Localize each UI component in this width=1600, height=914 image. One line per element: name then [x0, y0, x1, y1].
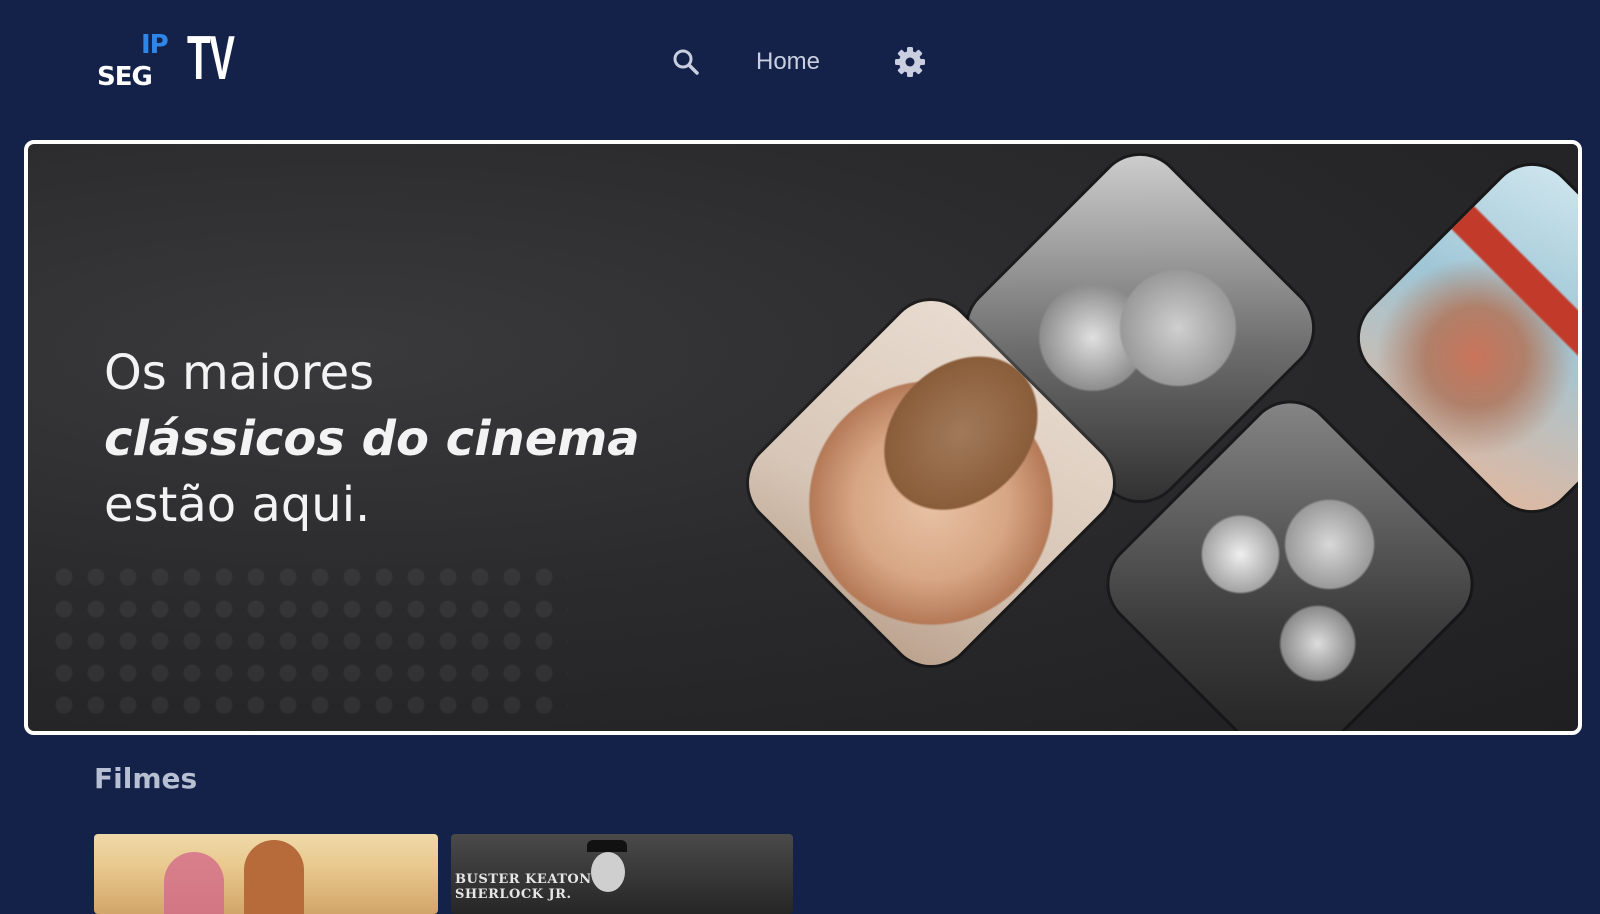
search-button[interactable]: [666, 42, 706, 82]
giant-illustration-image: [1342, 148, 1578, 528]
app-logo: IP SEG TV: [97, 28, 242, 94]
movie-card[interactable]: [94, 834, 438, 914]
poster-caption: BUSTER KEATON SHERLOCK JR.: [455, 872, 592, 902]
hero-headline: Os maiores clássicos do cinema estão aqu…: [104, 340, 704, 538]
poster-hat: [587, 840, 627, 852]
search-icon: [673, 49, 699, 75]
logo-seg-text: SEG: [97, 62, 153, 92]
poster-caption-line-1: BUSTER KEATON: [455, 872, 592, 887]
poster-face: [591, 852, 625, 892]
hero-line-3: estão aqui.: [104, 477, 371, 533]
section-title-filmes: Filmes: [94, 762, 198, 795]
hero-line-2: clássicos do cinema: [104, 411, 640, 467]
movie-card[interactable]: BUSTER KEATON SHERLOCK JR.: [451, 834, 793, 914]
logo-tv-text: TV: [187, 24, 235, 93]
logo-ip-text: IP: [141, 30, 169, 60]
decorative-dots: [48, 561, 568, 721]
hero-line-1: Os maiores: [104, 345, 375, 401]
hero-banner[interactable]: Os maiores clássicos do cinema estão aqu…: [24, 140, 1582, 735]
poster-figure: [164, 852, 224, 914]
gear-icon: [895, 47, 925, 77]
settings-button[interactable]: [890, 42, 930, 82]
poster-figure: [244, 840, 304, 914]
nav-home-link[interactable]: Home: [756, 42, 820, 82]
